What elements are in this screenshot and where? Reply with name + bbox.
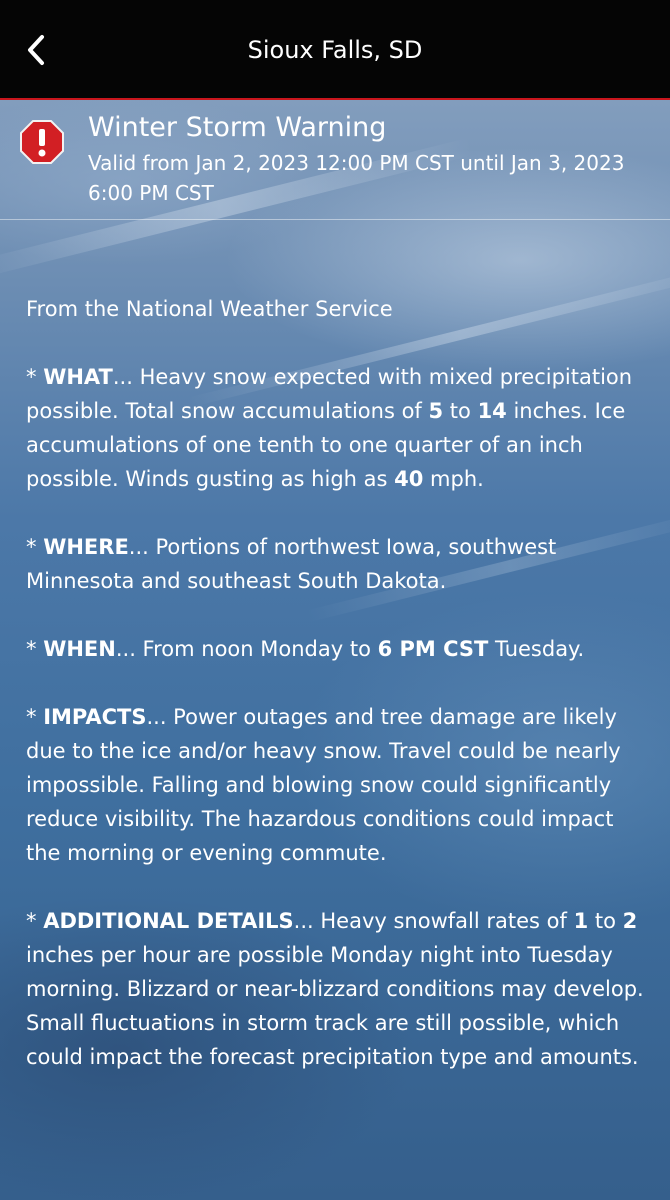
wind-gust-value: 40 (394, 467, 424, 491)
page-title: Sioux Falls, SD (247, 36, 423, 64)
section-prefix: * (26, 535, 44, 559)
section-label: WHEN (43, 637, 116, 661)
section-text: Tuesday. (488, 637, 585, 661)
end-time-value: 6 PM CST (377, 637, 489, 661)
rate-max-value: 2 (622, 909, 638, 933)
section-prefix: * (26, 637, 44, 661)
section-prefix: * (26, 705, 44, 729)
section-prefix: * (26, 365, 44, 389)
alert-body: From the National Weather Service * WHAT… (26, 292, 651, 1108)
alert-octagon-icon (20, 120, 64, 164)
section-text: ... Heavy snowfall rates of (293, 909, 574, 933)
snow-min-value: 5 (428, 399, 444, 423)
alert-header: Winter Storm Warning Valid from Jan 2, 2… (0, 100, 670, 220)
source-line: From the National Weather Service (26, 297, 393, 321)
rate-min-value: 1 (573, 909, 589, 933)
top-bar: Sioux Falls, SD (0, 0, 670, 100)
section-when: * WHEN... From noon Monday to 6 PM CST T… (26, 632, 651, 666)
section-text: ... From noon Monday to (115, 637, 378, 661)
section-what: * WHAT... Heavy snow expected with mixed… (26, 360, 651, 496)
section-additional-details: * ADDITIONAL DETAILS... Heavy snowfall r… (26, 904, 651, 1074)
section-label: IMPACTS (43, 705, 147, 729)
alert-title: Winter Storm Warning (88, 112, 387, 143)
section-label: ADDITIONAL DETAILS (43, 909, 294, 933)
snow-max-value: 14 (477, 399, 507, 423)
section-text: inches per hour are possible Monday nigh… (26, 943, 644, 1069)
alert-valid-period: Valid from Jan 2, 2023 12:00 PM CST unti… (88, 151, 625, 205)
section-text: ... Power outages and tree damage are li… (26, 705, 621, 865)
section-label: WHERE (43, 535, 129, 559)
section-prefix: * (26, 909, 44, 933)
section-impacts: * IMPACTS... Power outages and tree dama… (26, 700, 651, 870)
section-text: to (443, 399, 478, 423)
section-label: WHAT (43, 365, 113, 389)
section-text: to (588, 909, 623, 933)
section-where: * WHERE... Portions of northwest Iowa, s… (26, 530, 651, 598)
section-text: mph. (423, 467, 484, 491)
